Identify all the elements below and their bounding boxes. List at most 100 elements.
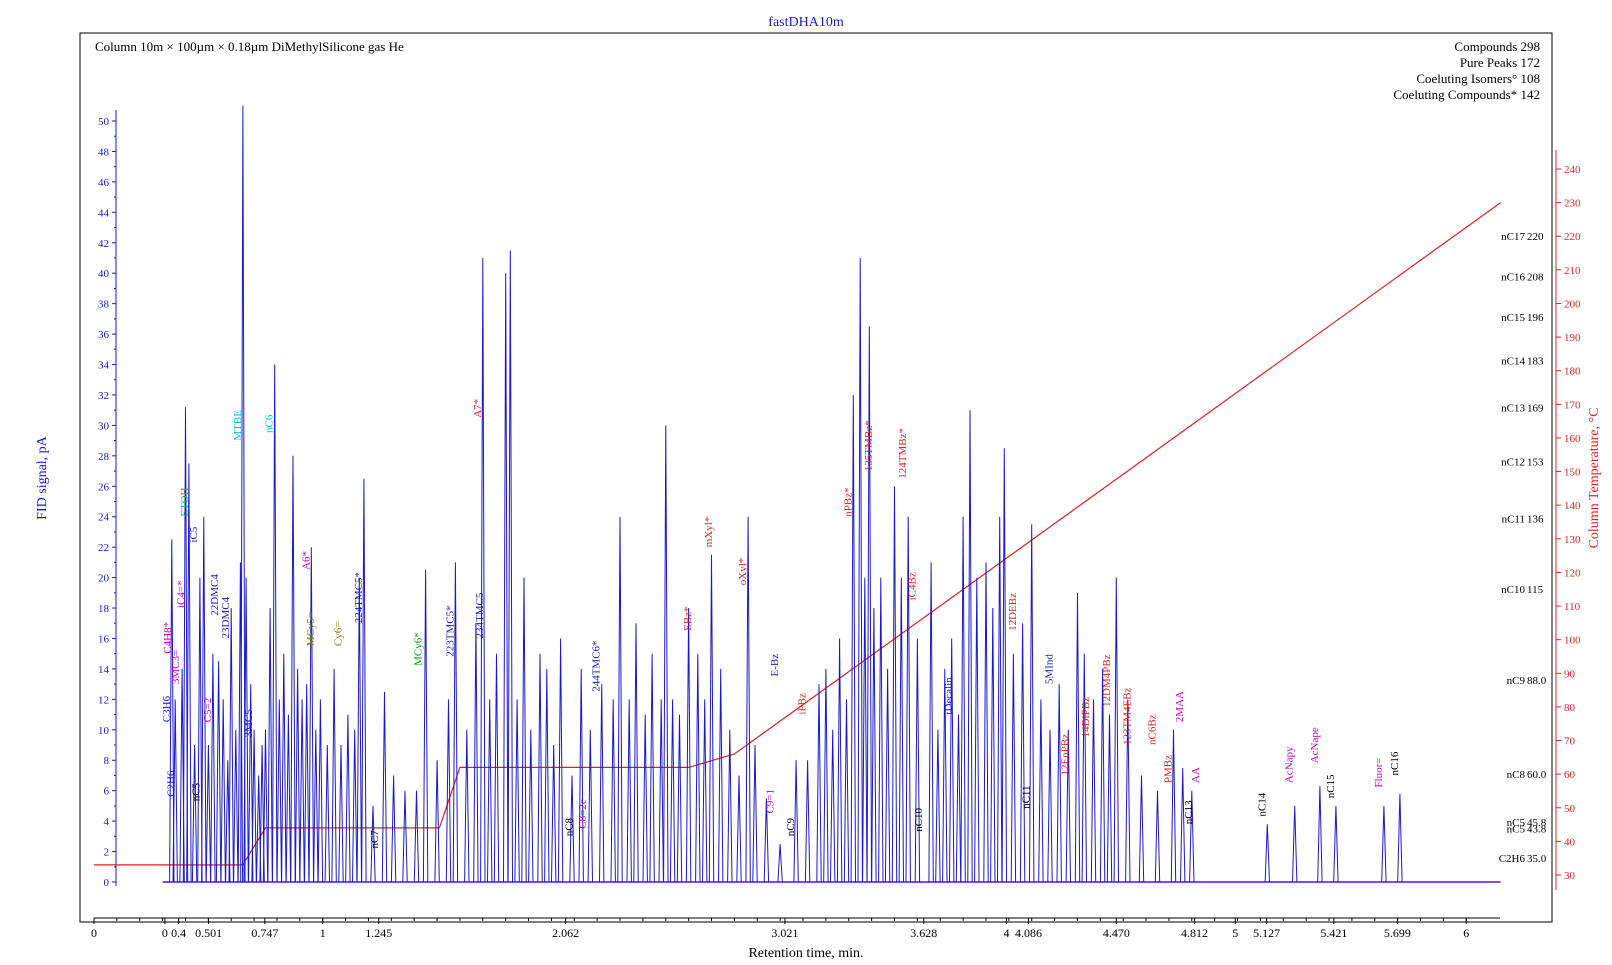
y-tick-label: 12 (98, 694, 109, 706)
peak-label: 12DEBz (1007, 593, 1019, 631)
signal-peak (928, 562, 934, 883)
signal-peak (487, 699, 493, 883)
signal-peak (891, 486, 898, 883)
signal-peak (669, 699, 676, 883)
signal-peak (898, 577, 904, 883)
y-tick-label: 22 (98, 542, 109, 554)
y2-tick-label: 30 (1564, 870, 1576, 882)
signal-peak (464, 729, 470, 883)
peak-label: MTBE (232, 410, 244, 441)
signal-peak (850, 394, 856, 883)
n-paraffin-markers: nC17 220nC16 208nC15 196nC14 183nC13 169nC12 1… (1499, 231, 1547, 865)
signal-peak (1138, 775, 1145, 883)
chart-title: fastDHA10m (768, 15, 844, 30)
paraffin-marker-temp: 43.8 (1527, 824, 1547, 836)
paraffin-marker-name: nC14 (1501, 356, 1525, 368)
signal-peak (1292, 805, 1298, 883)
signal-peak (1333, 805, 1339, 883)
signal-peak (974, 577, 980, 883)
signal-peak (294, 668, 301, 883)
peak-label: nPBz* (842, 487, 854, 516)
y2-tick-label: 170 (1564, 399, 1581, 411)
signal-peak (990, 607, 996, 883)
peak-label: nC11 (1021, 785, 1033, 808)
signal-peak (338, 744, 344, 883)
y-tick-label: 18 (98, 603, 110, 615)
signal-peak (557, 638, 564, 883)
y-tick-label: 38 (98, 299, 110, 311)
signal-peak (210, 653, 216, 883)
y-tick-label: 28 (98, 451, 110, 463)
y2-tick-label: 60 (1564, 769, 1576, 781)
x-tick-label: 0 (162, 926, 168, 940)
signal-peak (935, 729, 941, 883)
signal-peak (1001, 448, 1007, 883)
signal-peak (1038, 699, 1044, 883)
y-tick-label: 4 (104, 816, 110, 828)
y2-tick-label: 240 (1564, 164, 1581, 176)
y2-tick-label: 40 (1564, 836, 1576, 848)
x-tick-label: 0.501 (195, 926, 222, 940)
x-tick-label: 0.747 (251, 926, 278, 940)
x-tick-label: 1.245 (365, 926, 392, 940)
signal-peak (702, 699, 708, 883)
signal-peak (718, 668, 724, 883)
y-tick-label: 48 (98, 146, 110, 158)
x-tick-label: 3.021 (771, 926, 798, 940)
y2-tick-label: 100 (1564, 635, 1581, 647)
signal-peak (251, 729, 257, 883)
signal-peak (507, 250, 513, 883)
y-tick-label: 44 (98, 207, 110, 219)
signal-peak (413, 790, 420, 883)
signal-peak (381, 691, 388, 883)
peak-label: 244TMC6* (591, 640, 603, 691)
y-tick-label: 32 (98, 390, 109, 402)
signal-peak (220, 699, 226, 883)
paraffin-marker-temp: 183 (1527, 356, 1544, 368)
peak-label: nC13 (1183, 800, 1195, 824)
signal-peak (610, 699, 616, 883)
peak-label: C4H8* (162, 622, 174, 654)
paraffin-marker-name: nC11 (1502, 514, 1525, 526)
signal-peak (352, 729, 358, 883)
signal-peak (663, 425, 669, 883)
signal-peak (262, 729, 269, 883)
y2-tick-label: 230 (1564, 198, 1581, 210)
peak-label: 223TMC5* (444, 605, 456, 656)
peak-label: 123TM4EBz (1121, 687, 1133, 745)
signal-peak (830, 729, 836, 883)
signal-peak (276, 699, 282, 883)
peak-label: nC15 (1325, 774, 1337, 798)
signal-series (162, 105, 1501, 883)
paraffin-marker-name: nC9 (1507, 675, 1526, 687)
signal-peak (480, 257, 486, 883)
signal-peak (1317, 786, 1323, 883)
peak-label: A7* (472, 399, 484, 418)
signal-peak (1106, 714, 1113, 883)
y-tick-label: 30 (98, 420, 110, 432)
peak-label: 12EnPBz (1060, 734, 1072, 776)
signal-peak (983, 562, 989, 883)
peak-label: C2H6 (165, 770, 177, 797)
y-tick-label: 40 (98, 268, 110, 280)
peak-label: Fluor= (1373, 758, 1385, 788)
x-tick-label: 4.470 (1103, 926, 1130, 940)
signal-peak (521, 577, 527, 883)
peak-label: nC6Bz (1147, 714, 1159, 745)
paraffin-marker-temp: 35.0 (1527, 853, 1547, 865)
paraffin-marker-name: nC16 (1501, 272, 1525, 284)
paraffin-marker-temp: 220 (1527, 231, 1544, 243)
peak-label: C3H6 (161, 695, 173, 722)
peak-label: iC4Bz (906, 572, 918, 600)
x-axis-retention-time: 0 0 0.4 0.501 0.747 1 1.245 2.062 3.021 3.628 4 4.0… (91, 917, 1500, 940)
y-tick-label: 16 (98, 633, 110, 645)
signal-peak (422, 569, 429, 883)
peak-label: 14DiPBz (1080, 697, 1092, 737)
peak-label: mXyl* (703, 517, 715, 548)
peak-label: MCy6* (412, 632, 424, 666)
peak-label: oXyl* (737, 558, 749, 586)
paraffin-marker-name: nC8 (1507, 769, 1526, 781)
signal-peak (313, 729, 319, 883)
x-axis-label: Retention time, min. (748, 946, 863, 961)
y2-tick-label: 110 (1564, 601, 1581, 613)
